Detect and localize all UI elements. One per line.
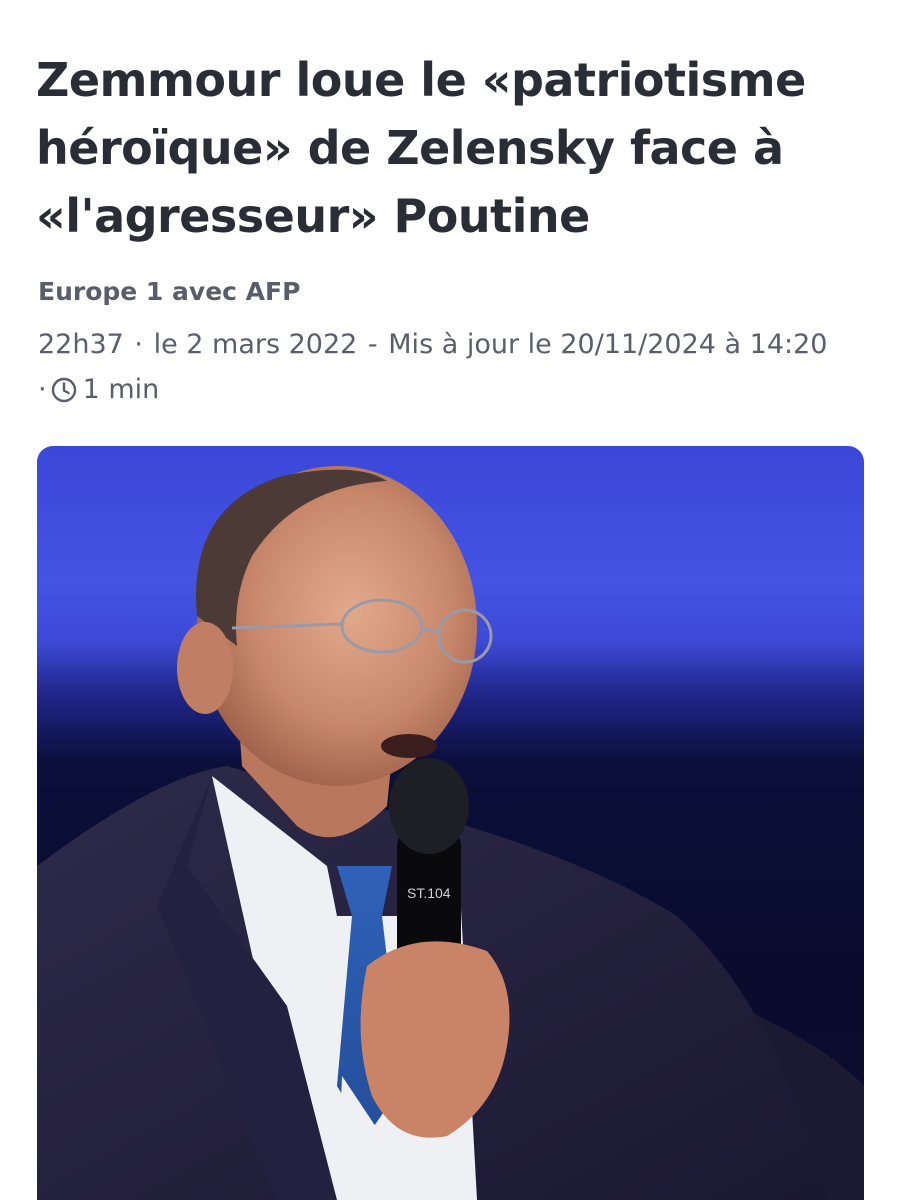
publish-time: 22h37	[38, 329, 124, 360]
meta-dash: -	[359, 329, 387, 360]
article-photo[interactable]: ST.104	[37, 446, 864, 1200]
article: Zemmour loue le «patriotisme héroïque» d…	[0, 0, 901, 1200]
clock-icon	[51, 377, 77, 403]
article-headline: Zemmour loue le «patriotisme héroïque» d…	[36, 53, 806, 243]
updated-date: Mis à jour le 20/11/2024 à 14:20	[388, 329, 828, 360]
article-meta: 22h37 · le 2 mars 2022 - Mis à jour le 2…	[38, 322, 878, 412]
publish-date: le 2 mars 2022	[153, 329, 358, 360]
meta-separator: ·	[125, 329, 152, 360]
meta-separator: ·	[38, 374, 47, 405]
microphone-label: ST.104	[407, 885, 451, 901]
reading-time: 1 min	[82, 374, 160, 405]
ear-shape	[177, 622, 233, 714]
microphone-head	[389, 758, 469, 854]
article-source[interactable]: Europe 1 avec AFP	[38, 274, 300, 310]
mouth-shape	[381, 734, 437, 758]
